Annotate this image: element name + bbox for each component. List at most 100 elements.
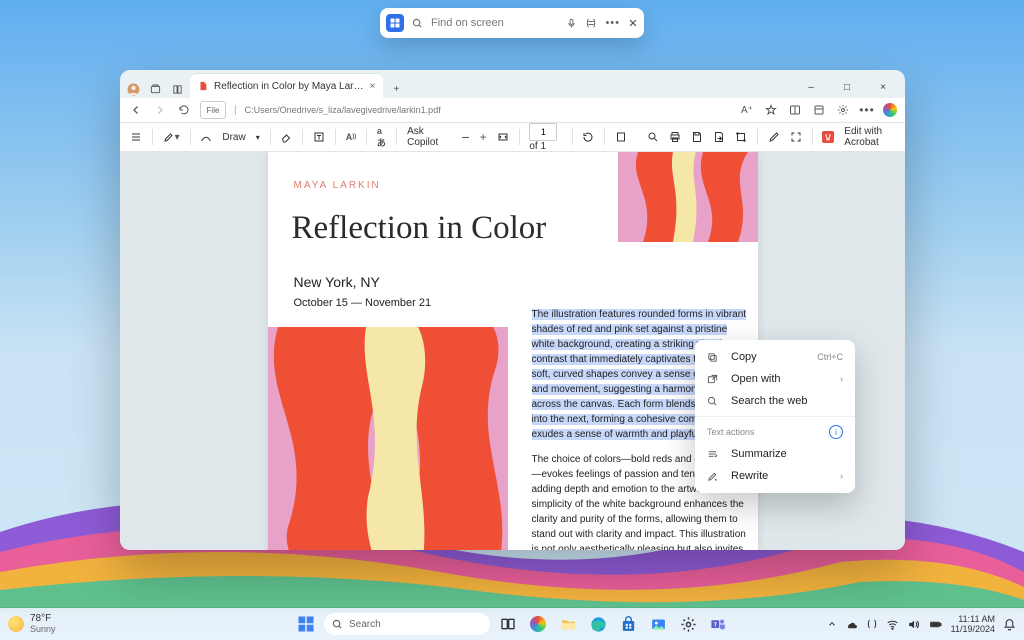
more-icon[interactable]: ••• [605, 17, 620, 29]
copilot-button[interactable] [883, 103, 897, 117]
profile-icon[interactable] [124, 80, 142, 98]
edit-acrobat-button[interactable]: Edit with Acrobat [844, 126, 895, 148]
taskbar: 78°F Sunny Search T 11:11 AM 11/19/2024 [0, 608, 1024, 640]
search-web-icon [707, 396, 721, 407]
favorite-icon[interactable] [763, 102, 779, 118]
find-app-icon [386, 14, 404, 32]
address-bar: File | C:Users/Onedrive/s_liza/lavegived… [120, 98, 905, 123]
tray-wifi-icon[interactable] [886, 618, 899, 631]
save-as-icon[interactable] [713, 131, 725, 143]
zoom-in-button[interactable]: + [480, 130, 487, 144]
tab-title: Reflection in Color by Maya Lar… [214, 81, 364, 92]
ctx-search-web[interactable]: Search the web [695, 390, 855, 412]
notifications-icon[interactable] [1003, 618, 1016, 631]
chevron-right-icon: › [840, 374, 843, 384]
page-view-icon[interactable] [615, 131, 627, 143]
taskbar-search[interactable]: Search [324, 613, 490, 635]
zoom-out-button[interactable]: − [461, 129, 469, 145]
new-tab-button[interactable]: + [387, 80, 405, 98]
collections-icon[interactable] [811, 102, 827, 118]
doc-location: New York, NY [294, 274, 380, 290]
workspaces-icon[interactable] [146, 80, 164, 98]
tray-copilot-icon[interactable] [866, 618, 878, 630]
save-icon[interactable] [691, 131, 703, 143]
extensions-icon[interactable] [835, 102, 851, 118]
ctx-summarize[interactable]: Summarize [695, 443, 855, 465]
rotate-icon[interactable] [582, 131, 594, 143]
crop-icon[interactable] [735, 131, 747, 143]
ask-copilot-button[interactable]: Ask Copilot [407, 126, 441, 148]
chevron-right-icon: › [840, 471, 843, 481]
tray-volume-icon[interactable] [907, 618, 920, 631]
pdf-icon [198, 81, 208, 91]
highlight-tool-icon[interactable]: ▾ [163, 131, 180, 143]
translate-icon[interactable]: aあ [377, 126, 387, 149]
tab-close-icon[interactable]: × [370, 81, 376, 92]
print-icon[interactable] [669, 131, 681, 143]
forward-button[interactable] [152, 102, 168, 118]
minimize-button[interactable]: – [793, 76, 829, 98]
fit-icon[interactable] [497, 131, 509, 143]
text-icon[interactable] [313, 131, 325, 143]
title-bar: Reflection in Color by Maya Lar… × + – □… [120, 70, 905, 98]
read-aloud-icon[interactable]: A)) [346, 132, 357, 142]
info-icon[interactable]: i [829, 425, 843, 439]
edit-pencil-icon[interactable] [768, 131, 780, 143]
url-path[interactable]: C:Users/Onedrive/s_liza/lavegivedrive/la… [245, 105, 731, 115]
explorer-icon[interactable] [556, 612, 580, 636]
tab-actions-icon[interactable] [168, 80, 186, 98]
browser-tab[interactable]: Reflection in Color by Maya Lar… × [190, 74, 383, 98]
settings-icon[interactable] [676, 612, 700, 636]
pdf-toolbar: ▾ Draw ▾ A)) aあ Ask Copilot − + of 1 [120, 123, 905, 152]
close-icon[interactable] [628, 18, 638, 28]
artwork-top [618, 152, 758, 242]
weather-widget[interactable]: 78°F Sunny [8, 614, 56, 634]
file-badge: File [200, 101, 226, 119]
mic-icon[interactable] [566, 18, 577, 29]
acrobat-icon [822, 131, 834, 143]
refresh-button[interactable] [176, 102, 192, 118]
ctx-open-with[interactable]: Open with › [695, 368, 855, 390]
find-on-screen-bar[interactable]: Find on screen ••• [380, 8, 644, 38]
summarize-icon [707, 449, 721, 460]
tray-onedrive-icon[interactable] [845, 618, 858, 631]
fullscreen-icon[interactable] [790, 131, 802, 143]
tray-chevron-icon[interactable] [827, 619, 837, 629]
split-screen-icon[interactable] [787, 102, 803, 118]
copilot-icon[interactable] [585, 17, 597, 29]
find-icon[interactable] [647, 131, 659, 143]
edge-icon[interactable] [586, 612, 610, 636]
contents-icon[interactable] [130, 131, 142, 143]
tray-battery-icon[interactable] [928, 618, 943, 631]
start-button[interactable] [294, 612, 318, 636]
ctx-copy[interactable]: Copy Ctrl+C [695, 346, 855, 368]
svg-text:T: T [713, 622, 717, 628]
doc-title: Reflection in Color [292, 210, 547, 247]
system-tray: 11:11 AM 11/19/2024 [827, 614, 1016, 634]
draw-label[interactable]: Draw [222, 132, 245, 143]
teams-icon[interactable]: T [706, 612, 730, 636]
ctx-rewrite[interactable]: Rewrite › [695, 465, 855, 487]
open-with-icon [707, 374, 721, 385]
copilot-taskbar-icon[interactable] [526, 612, 550, 636]
back-button[interactable] [128, 102, 144, 118]
draw-tool-icon[interactable] [200, 131, 212, 143]
store-icon[interactable] [616, 612, 640, 636]
find-placeholder: Find on screen [431, 17, 558, 29]
page-indicator: of 1 [529, 123, 561, 152]
doc-dates: October 15 — November 21 [294, 297, 432, 309]
photos-icon[interactable] [646, 612, 670, 636]
ctx-section-header: Text actions i [695, 421, 855, 443]
copy-icon [707, 352, 721, 363]
taskbar-clock[interactable]: 11:11 AM 11/19/2024 [951, 614, 995, 634]
more-menu-icon[interactable]: ••• [859, 102, 875, 118]
page-input[interactable] [529, 123, 557, 141]
search-icon [332, 619, 343, 630]
task-view-icon[interactable] [496, 612, 520, 636]
erase-icon[interactable] [280, 131, 292, 143]
search-icon [412, 18, 423, 29]
enhance-icon[interactable]: A⁺ [739, 102, 755, 118]
maximize-button[interactable]: □ [829, 76, 865, 98]
pdf-page: MAYA LARKIN Reflection in Color New York… [268, 152, 758, 550]
close-window-button[interactable]: × [865, 76, 901, 98]
